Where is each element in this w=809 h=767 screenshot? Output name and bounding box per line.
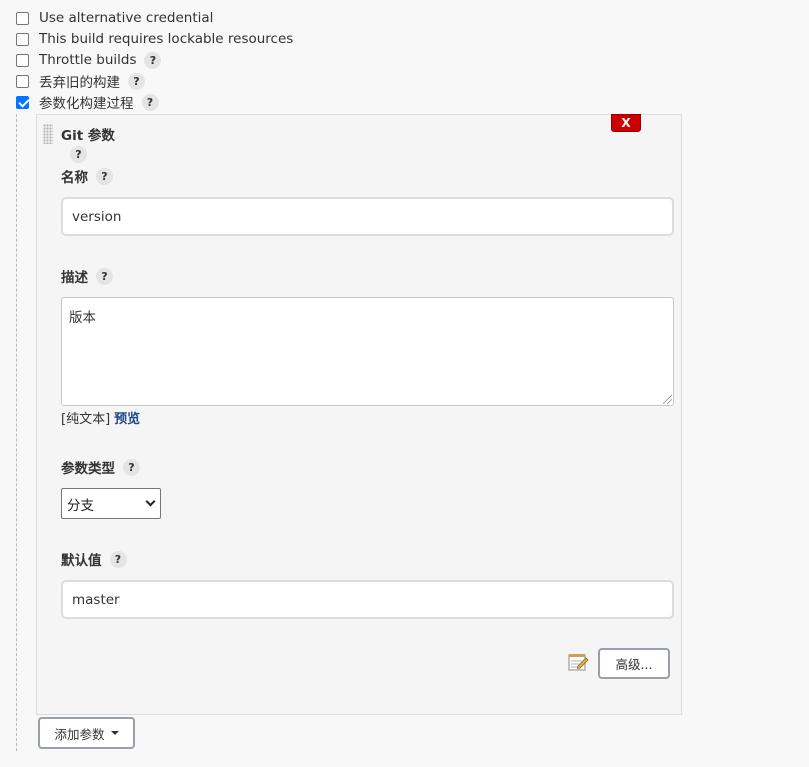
name-label-row: 名称 ? <box>61 166 113 186</box>
description-textarea[interactable]: 版本 <box>61 297 674 406</box>
default-value-label: 默认值 <box>61 553 102 569</box>
help-icon[interactable]: ? <box>96 167 113 185</box>
description-label-row: 描述 ? <box>61 266 113 286</box>
option-label: This build requires lockable resources <box>39 31 294 47</box>
description-value: 版本 <box>69 310 96 326</box>
option-use-alternative-credential[interactable]: Use alternative credential <box>16 8 213 28</box>
checkbox[interactable] <box>16 11 29 25</box>
resize-grip-icon[interactable] <box>663 395 672 404</box>
add-parameter-button[interactable]: 添加参数 <box>38 717 135 749</box>
name-label: 名称 <box>61 170 88 186</box>
default-value-input[interactable]: master <box>61 580 674 619</box>
nesting-guide-line <box>16 114 17 751</box>
format-row: [纯文本] 预览 <box>61 408 140 427</box>
help-icon[interactable]: ? <box>109 550 127 568</box>
default-value-text: master <box>72 591 120 608</box>
option-lockable-resources[interactable]: This build requires lockable resources <box>16 29 293 49</box>
help-icon[interactable]: ? <box>141 93 159 111</box>
param-type-label-row: 参数类型 ? <box>61 457 140 477</box>
param-type-label: 参数类型 <box>61 461 115 477</box>
param-type-select[interactable]: 分支 <box>61 488 161 519</box>
name-input[interactable]: version <box>61 197 674 236</box>
parameter-title: Git 参数 <box>61 124 115 144</box>
option-parameterized-build[interactable]: 参数化构建过程 ? <box>16 92 159 112</box>
add-parameter-label: 添加参数 <box>54 726 105 742</box>
option-throttle-builds[interactable]: Throttle builds ? <box>16 50 162 70</box>
parameter-title-text: Git 参数 <box>61 128 115 144</box>
help-icon[interactable]: ? <box>70 146 87 163</box>
option-discard-old-builds[interactable]: 丢弃旧的构建 ? <box>16 71 145 91</box>
drag-handle-icon[interactable] <box>43 124 53 144</box>
name-input-value: version <box>72 208 122 225</box>
checkbox-checked[interactable] <box>16 95 29 109</box>
help-icon[interactable]: ? <box>144 51 162 69</box>
help-icon[interactable]: ? <box>128 72 145 90</box>
plain-text-label: [纯文本] <box>61 412 111 427</box>
preview-link[interactable]: 预览 <box>114 412 140 427</box>
checkbox[interactable] <box>16 32 29 46</box>
option-label: Use alternative credential <box>39 10 214 26</box>
checkbox[interactable] <box>16 74 29 88</box>
default-value-label-row: 默认值 ? <box>61 549 127 569</box>
remove-parameter-button[interactable]: X <box>611 114 641 132</box>
checkbox[interactable] <box>16 53 29 67</box>
option-label: 丢弃旧的构建 <box>39 75 120 91</box>
caret-down-icon <box>110 731 119 735</box>
option-label: Throttle builds <box>39 52 137 68</box>
option-label: 参数化构建过程 <box>39 96 134 112</box>
advanced-button[interactable]: 高级... <box>598 648 670 679</box>
chevron-down-icon <box>145 496 156 507</box>
help-icon[interactable]: ? <box>123 458 140 476</box>
description-label: 描述 <box>61 270 88 286</box>
param-type-selected: 分支 <box>67 497 94 514</box>
help-icon[interactable]: ? <box>96 267 113 285</box>
notepad-icon[interactable] <box>567 651 589 673</box>
